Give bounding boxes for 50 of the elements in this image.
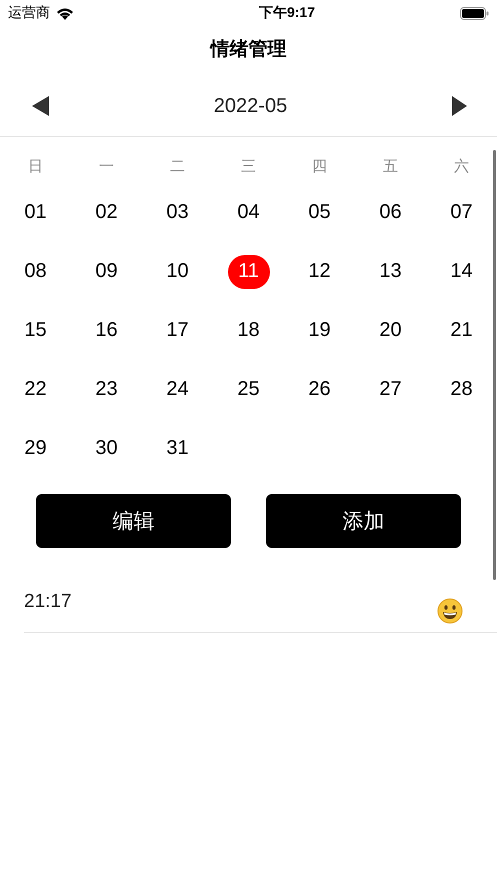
calendar-day[interactable]: 20 — [370, 314, 412, 348]
wifi-icon — [56, 6, 74, 20]
calendar-day[interactable]: 05 — [298, 196, 340, 230]
month-label: 2022-05 — [214, 94, 288, 118]
calendar-day[interactable]: 10 — [156, 254, 198, 288]
calendar-day[interactable]: 02 — [86, 196, 128, 230]
battery-icon — [460, 6, 489, 20]
weekday-label: 四 — [312, 157, 327, 177]
calendar-day[interactable]: 31 — [156, 432, 198, 466]
page-title: 情绪管理 — [210, 38, 286, 62]
calendar-day[interactable]: 18 — [228, 314, 270, 348]
calendar-day[interactable]: 23 — [86, 372, 128, 406]
weekday-label: 二 — [170, 157, 185, 177]
calendar-day[interactable]: 19 — [298, 314, 340, 348]
calendar-day[interactable]: 03 — [156, 196, 198, 230]
calendar-day[interactable]: 07 — [440, 196, 482, 230]
calendar-day[interactable]: 27 — [370, 372, 412, 406]
calendar-day[interactable]: 30 — [86, 432, 128, 466]
calendar-day[interactable]: 28 — [440, 372, 482, 406]
weekday-label: 日 — [28, 157, 43, 177]
entry-time: 21:17 — [24, 590, 72, 613]
calendar-day[interactable]: 22 — [14, 372, 56, 406]
calendar-day[interactable]: 12 — [298, 254, 340, 288]
calendar-day[interactable]: 24 — [156, 372, 198, 406]
calendar-day[interactable]: 29 — [14, 432, 56, 466]
weekday-label: 五 — [383, 157, 398, 177]
edit-button[interactable]: 编辑 — [36, 494, 231, 548]
calendar-day[interactable]: 15 — [14, 314, 56, 348]
weekday-label: 一 — [99, 157, 114, 177]
clock-time: 下午9:17 — [258, 4, 316, 22]
calendar-day[interactable]: 09 — [86, 254, 128, 288]
next-month-icon[interactable] — [452, 96, 467, 116]
calendar-day[interactable]: 06 — [370, 196, 412, 230]
calendar-day[interactable]: 04 — [228, 196, 270, 230]
calendar-day[interactable]: 26 — [298, 372, 340, 406]
calendar-day[interactable]: 13 — [370, 254, 412, 288]
previous-month-icon[interactable] — [32, 96, 49, 116]
weekday-label: 六 — [454, 157, 469, 177]
calendar-day[interactable]: 11 — [228, 254, 270, 288]
calendar-day[interactable]: 16 — [86, 314, 128, 348]
add-button[interactable]: 添加 — [266, 494, 461, 548]
calendar-day[interactable]: 17 — [156, 314, 198, 348]
carrier-label: 运营商 — [8, 4, 50, 22]
calendar-day[interactable]: 08 — [14, 254, 56, 288]
weekday-label: 三 — [241, 157, 256, 177]
calendar-day[interactable]: 01 — [14, 196, 56, 230]
calendar-day[interactable]: 21 — [440, 314, 482, 348]
grinning-face-icon — [437, 598, 463, 624]
calendar-day[interactable]: 14 — [440, 254, 482, 288]
calendar-day[interactable]: 25 — [228, 372, 270, 406]
